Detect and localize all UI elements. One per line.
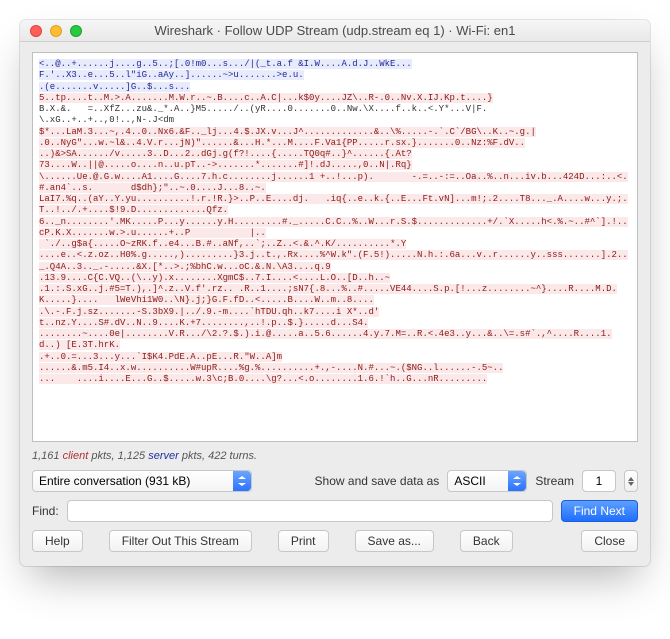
client-text: ......&.m5.I4..x.w..........W#upR....%g.… (39, 363, 503, 373)
stats-server-word: server (148, 450, 179, 462)
client-text: \......Ue.@.G.w....A1....G....7.h.c.....… (39, 172, 628, 193)
packet-stats: 1,161 client pkts, 1,125 server pkts, 42… (32, 450, 638, 462)
print-button[interactable]: Print (278, 530, 329, 552)
stream-text-view[interactable]: <..@..+......j....g..5..;[.0!m0...s.../|… (32, 52, 638, 442)
step-up-icon (628, 477, 634, 481)
stream-stepper[interactable] (624, 470, 638, 492)
plain-text: \.xG..+..+..,0!..,N-.J<dm (39, 115, 174, 125)
follow-stream-dialog: Wireshark · Follow UDP Stream (udp.strea… (20, 20, 650, 566)
save-as-button[interactable]: Save as... (355, 530, 434, 552)
traffic-lights (30, 25, 82, 37)
client-text: `./..g$a{.....O~zRK.f..e4...B.#..aNf,..`… (39, 239, 406, 249)
client-text: $*...LaM.3...~,.4..0..Nx6.&F.._lj...4.$.… (39, 127, 536, 137)
find-label: Find: (32, 504, 59, 518)
zoom-window-icon[interactable] (70, 25, 82, 37)
plain-text: B.X.&. =..XfZ...zu&._*.A..}M5...../..(yR… (39, 104, 487, 114)
help-button[interactable]: Help (32, 530, 83, 552)
chevron-down-icon (508, 471, 526, 491)
client-text: .+..0.=...3...y...`I$K4.PdE.A..pE...R."W… (39, 352, 282, 362)
client-text: 73....W..||@.....o....n..u.pT..->.......… (39, 160, 412, 170)
back-button[interactable]: Back (460, 530, 513, 552)
client-text: .0..NyG"...w.~l&..4.V.r...jN)"......&...… (39, 138, 525, 148)
client-text: ....e..<.z.oz..H0%.g.....,).........}3.j… (39, 250, 628, 271)
show-label: Show and save data as (315, 474, 440, 488)
stats-mid: pkts, 1,125 (88, 450, 148, 462)
client-text: .1.:.S.xG..j.#5=T.),.]^.z..V.f'.rz.. .R.… (39, 284, 617, 305)
step-down-icon (628, 482, 634, 486)
format-select[interactable]: ASCII (447, 470, 527, 492)
format-select-label: ASCII (454, 474, 485, 488)
client-text: t..nz.Y....S#.dV..N..9....K.+7........,.… (39, 318, 368, 328)
chevron-down-icon (233, 471, 251, 491)
client-text: 6.._n........'.MK.....P...y......y.H....… (39, 217, 628, 238)
client-text: .13.9....C{C.VQ..(\..y).x........XgmC$..… (39, 273, 390, 283)
stats-post: pkts, 422 turns. (179, 450, 257, 462)
stream-number[interactable]: 1 (582, 470, 616, 492)
stats-client-word: client (63, 450, 89, 462)
filter-out-button[interactable]: Filter Out This Stream (109, 530, 252, 552)
stream-label: Stream (535, 474, 574, 488)
client-text: ..)&>SA....../v.....3..D...2..dGj.g(f?!.… (39, 149, 412, 159)
server-text: .(e.......v.....]G..$...s... (39, 82, 190, 92)
client-text: ... ....i....E...G..$.....w.3\c;B.0....\… (39, 374, 487, 384)
client-text: .\.-.F.j.sz.......-S.3bX9.|../.9.-m....`… (39, 307, 379, 317)
conversation-select-label: Entire conversation (931 kB) (39, 474, 190, 488)
minimize-window-icon[interactable] (50, 25, 62, 37)
close-button[interactable]: Close (581, 530, 638, 552)
window-title: Wireshark · Follow UDP Stream (udp.strea… (20, 23, 650, 38)
titlebar: Wireshark · Follow UDP Stream (udp.strea… (20, 20, 650, 42)
client-text: LaI7.%q..(aY..Y.yu..........!.r.!R.}>..P… (39, 194, 628, 215)
client-text: ........~....0e|........V.R.../\2.?.$.).… (39, 329, 612, 350)
server-text: <..@..+......j....g..5..;[.0!m0...s.../|… (39, 59, 412, 69)
server-text: F.'..X3..e...5..l"iG..aAy..]......~>u...… (39, 70, 304, 80)
stats-pre: 1,161 (32, 450, 63, 462)
content-area: <..@..+......j....g..5..;[.0!m0...s.../|… (20, 42, 650, 566)
close-window-icon[interactable] (30, 25, 42, 37)
conversation-select[interactable]: Entire conversation (931 kB) (32, 470, 252, 492)
find-next-button[interactable]: Find Next (561, 500, 638, 522)
client-text: 5..tp....t..M.>.A.......M.W.r..~.B....c.… (39, 93, 493, 103)
find-input[interactable] (67, 500, 553, 522)
